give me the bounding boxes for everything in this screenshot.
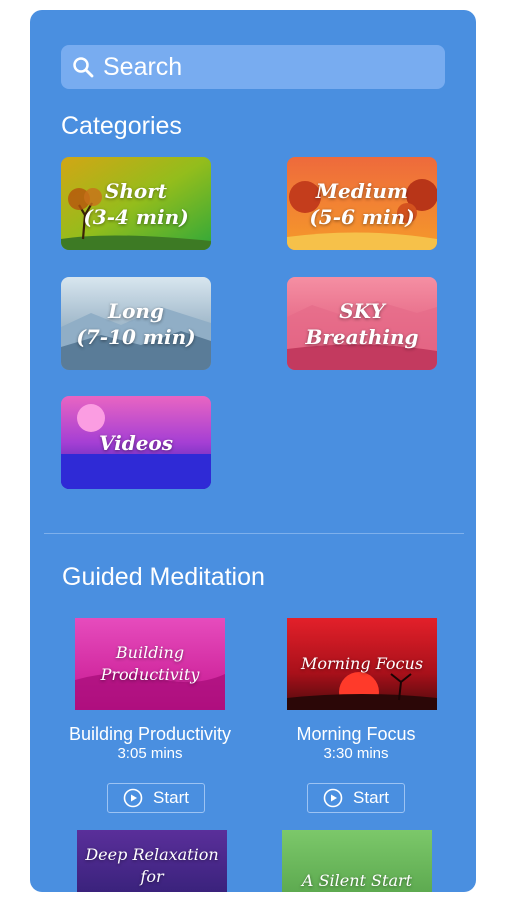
card-thumbnail-deep-relaxation[interactable]: Deep Relaxation for [77, 830, 227, 892]
thumb-label: Deep Relaxation for [85, 845, 219, 886]
search-bar[interactable] [61, 45, 445, 89]
category-tile-sky-breathing[interactable]: SKY Breathing [287, 277, 437, 370]
search-input[interactable] [103, 52, 423, 82]
card-thumbnail-silent-start[interactable]: A Silent Start [282, 830, 432, 892]
category-label: SKY Breathing [305, 298, 419, 349]
start-button[interactable]: Start [307, 783, 405, 813]
category-tile-medium[interactable]: Medium (5-6 min) [287, 157, 437, 250]
start-label: Start [153, 788, 189, 807]
section-divider [44, 533, 464, 534]
card-thumbnail-morning-focus[interactable]: Morning Focus [287, 618, 437, 710]
card-thumbnail-building-productivity[interactable]: Building Productivity [75, 618, 225, 710]
thumb-label: Building Productivity [100, 643, 200, 684]
thumb-label: Morning Focus [300, 654, 424, 673]
card-title: Morning Focus [296, 724, 416, 744]
card-duration: 3:30 mins [323, 745, 389, 762]
category-tile-long[interactable]: Long (7-10 min) [61, 277, 211, 370]
meditation-panel: Categories Short(3-4 min) Medium(5-6 min… [30, 10, 476, 892]
start-button[interactable]: Start [107, 783, 205, 813]
category-label: Medium (5-6 min) [309, 178, 415, 229]
thumb-label: A Silent Start [301, 871, 413, 890]
card-title: Building Productivity [68, 724, 232, 744]
search-icon [71, 55, 95, 79]
categories-heading: Categories [61, 112, 182, 140]
card-duration: 3:05 mins [117, 745, 183, 762]
category-tile-short[interactable]: Short (3-4 min) [61, 157, 211, 250]
category-tile-videos[interactable]: Videos [61, 396, 211, 489]
category-label: Videos [98, 430, 174, 455]
category-label: Short (3-4 min) [83, 178, 189, 229]
play-circle-icon [323, 788, 343, 808]
category-label: Long (7-10 min) [76, 298, 196, 349]
start-label: Start [353, 788, 389, 807]
guided-meditation-heading: Guided Meditation [62, 563, 265, 591]
play-circle-icon [123, 788, 143, 808]
